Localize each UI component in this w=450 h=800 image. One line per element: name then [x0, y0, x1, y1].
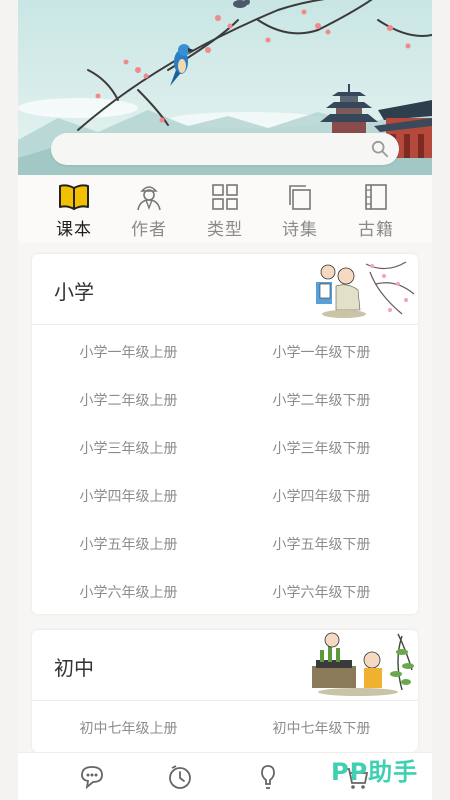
collection-icon — [289, 185, 311, 210]
category-tabs: 课本 作者 类型 诗集 古籍 — [18, 175, 432, 243]
grade-item[interactable]: 小学一年级上册 — [32, 342, 225, 362]
tab-label: 古籍 — [358, 220, 394, 240]
nav-hint[interactable] — [252, 761, 284, 793]
grade-item[interactable]: 小学二年级上册 — [32, 390, 225, 410]
tab-ancient-books[interactable]: 古籍 — [338, 183, 414, 243]
grade-item[interactable]: 小学四年级上册 — [32, 486, 225, 506]
tab-label: 作者 — [131, 220, 167, 240]
grade-item[interactable]: 小学三年级上册 — [32, 438, 225, 458]
children-reading-illustration — [316, 261, 415, 318]
section-title: 初中 — [54, 656, 94, 680]
history-icon — [169, 765, 191, 789]
header-banner — [18, 0, 432, 175]
grade-item[interactable]: 初中七年级下册 — [225, 718, 418, 738]
grid-icon — [212, 184, 238, 210]
ancient-book-icon — [365, 184, 387, 210]
author-icon — [137, 186, 161, 211]
grade-item[interactable]: 小学一年级下册 — [225, 342, 418, 362]
nav-history[interactable] — [164, 761, 196, 793]
tab-label: 课本 — [56, 220, 92, 240]
tab-type[interactable]: 类型 — [187, 183, 263, 243]
grade-item[interactable]: 小学五年级上册 — [32, 534, 225, 554]
section-header[interactable]: 初中 — [32, 630, 418, 701]
section-title: 小学 — [54, 280, 94, 304]
tab-label: 诗集 — [282, 220, 318, 240]
watermark-logo: PP助手 — [331, 752, 418, 792]
chat-icon — [81, 766, 103, 790]
nav-chat[interactable] — [76, 761, 108, 793]
grade-item[interactable]: 小学三年级下册 — [225, 438, 418, 458]
tab-label: 类型 — [207, 220, 243, 240]
grade-item[interactable]: 小学二年级下册 — [225, 390, 418, 410]
section-card-middle: 初中 初中七年级上册 初中七年级下册 — [32, 630, 418, 752]
watermark-text: PP助手 — [331, 758, 419, 786]
grade-item[interactable]: 小学六年级上册 — [32, 582, 225, 602]
section-card-primary: 小学 小学一年级上册 小学一年级下册 小学二年级上册 小学二年级下册 小学三年级… — [32, 254, 418, 614]
app-frame: 课本 作者 类型 诗集 古籍 小学 小学一年级上册 小学一年级下册 小学二年级上… — [18, 0, 432, 800]
children-playing-illustration — [312, 632, 414, 696]
tab-author[interactable]: 作者 — [111, 183, 187, 243]
search-icon[interactable] — [371, 140, 389, 158]
tab-collection[interactable]: 诗集 — [262, 183, 338, 243]
hint-icon — [261, 765, 275, 789]
grade-item[interactable]: 初中七年级上册 — [32, 718, 225, 738]
search-bar[interactable] — [51, 133, 399, 165]
grade-item[interactable]: 小学四年级下册 — [225, 486, 418, 506]
book-icon — [59, 184, 89, 210]
grade-item[interactable]: 小学六年级下册 — [225, 582, 418, 602]
grade-item[interactable]: 小学五年级下册 — [225, 534, 418, 554]
section-header[interactable]: 小学 — [32, 254, 418, 325]
tab-textbook[interactable]: 课本 — [36, 183, 112, 243]
